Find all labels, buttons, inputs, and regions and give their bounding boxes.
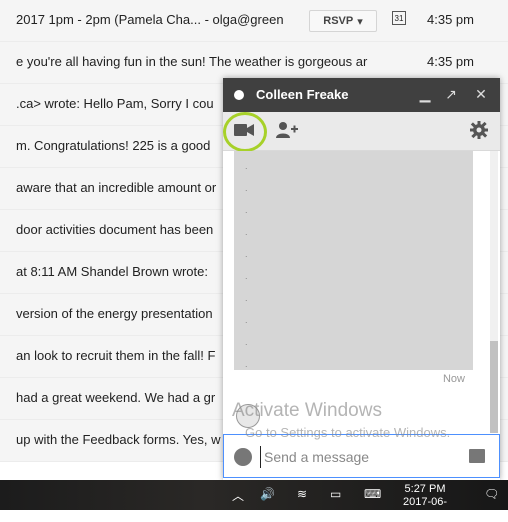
message-time: Now — [442, 373, 465, 385]
pop-out-icon[interactable]: ↗ — [442, 84, 460, 104]
battery-icon[interactable]: ▭ — [330, 487, 341, 501]
chat-toolbar — [223, 112, 500, 152]
message-composer — [223, 434, 500, 478]
chat-window: Colleen Freake ▁ ↗ ✕ . . . . . . . . . .… — [223, 78, 500, 480]
email-snippet: e you're all having fun in the sun! The … — [16, 54, 368, 69]
message-line: . — [245, 161, 248, 171]
message-input[interactable] — [260, 446, 456, 468]
close-icon[interactable]: ✕ — [472, 84, 490, 104]
rsvp-button[interactable]: RSVP ▾ — [309, 10, 377, 32]
email-snippet: m. Congratulations! 225 is a good — [16, 138, 211, 153]
chat-header[interactable]: Colleen Freake ▁ ↗ ✕ — [223, 78, 500, 112]
message-line: . — [245, 227, 248, 237]
email-snippet: door activities document has been — [16, 222, 214, 237]
minimize-icon[interactable]: ▁ — [416, 84, 434, 104]
message-line: . — [245, 183, 248, 193]
message-area[interactable]: . . . . . . . . . . Now — [223, 151, 500, 433]
message-line: . — [245, 293, 248, 303]
add-person-icon[interactable] — [276, 121, 298, 139]
status-dot-icon — [234, 90, 244, 100]
notification-icon[interactable]: 🗨 — [484, 487, 499, 501]
wifi-icon[interactable]: ≋ — [297, 487, 307, 501]
keyboard-icon[interactable]: ⌨ — [364, 487, 381, 501]
email-snippet: version of the energy presentation — [16, 306, 213, 321]
scrollbar-thumb[interactable] — [490, 341, 498, 433]
scrollbar[interactable] — [490, 151, 498, 433]
calendar-icon[interactable]: 31 — [392, 11, 406, 25]
taskbar: ︿ 🔊 ≋ ▭ ⌨ 5:27 PM 2017-06-07 🗨 — [0, 480, 508, 521]
video-icon[interactable] — [234, 123, 254, 137]
message-line: . — [245, 205, 248, 215]
emoji-icon[interactable] — [234, 448, 252, 466]
email-time: 4:35 pm — [427, 54, 474, 69]
message-line: . — [245, 271, 248, 281]
message-line: . — [245, 249, 248, 259]
chat-title: Colleen Freake — [256, 87, 349, 102]
message-line: . — [245, 337, 248, 347]
clock-date: 2017-06-07 — [402, 496, 448, 521]
volume-icon[interactable]: 🔊 — [260, 487, 275, 501]
message-line: . — [245, 315, 248, 325]
email-snippet: had a great weekend. We had a gr — [16, 390, 216, 405]
image-icon[interactable] — [469, 449, 485, 463]
email-snippet: an look to recruit them in the fall! F — [16, 348, 216, 363]
email-row[interactable]: 2017 1pm - 2pm (Pamela Cha... - olga@gre… — [0, 0, 508, 42]
rsvp-label: RSVP — [323, 15, 354, 27]
chevron-down-icon: ▾ — [357, 15, 363, 28]
gear-icon[interactable] — [470, 121, 488, 139]
email-snippet: at 8:11 AM Shandel Brown wrote: — [16, 264, 208, 279]
email-snippet: 2017 1pm - 2pm (Pamela Cha... - olga@gre… — [16, 12, 284, 27]
email-time: 4:35 pm — [427, 12, 474, 27]
email-snippet: aware that an incredible amount or — [16, 180, 217, 195]
message-line: . — [245, 359, 248, 369]
email-snippet: up with the Feedback forms. Yes, w — [16, 432, 221, 447]
avatar — [236, 404, 260, 428]
clock-time: 5:27 PM — [404, 483, 446, 495]
chevron-up-icon[interactable]: ︿ — [232, 487, 244, 504]
email-snippet: .ca> wrote: Hello Pam, Sorry I cou — [16, 96, 214, 111]
taskbar-clock[interactable]: 5:27 PM 2017-06-07 — [400, 483, 450, 522]
message-bubble: . . . . . . . . . . — [234, 151, 473, 370]
